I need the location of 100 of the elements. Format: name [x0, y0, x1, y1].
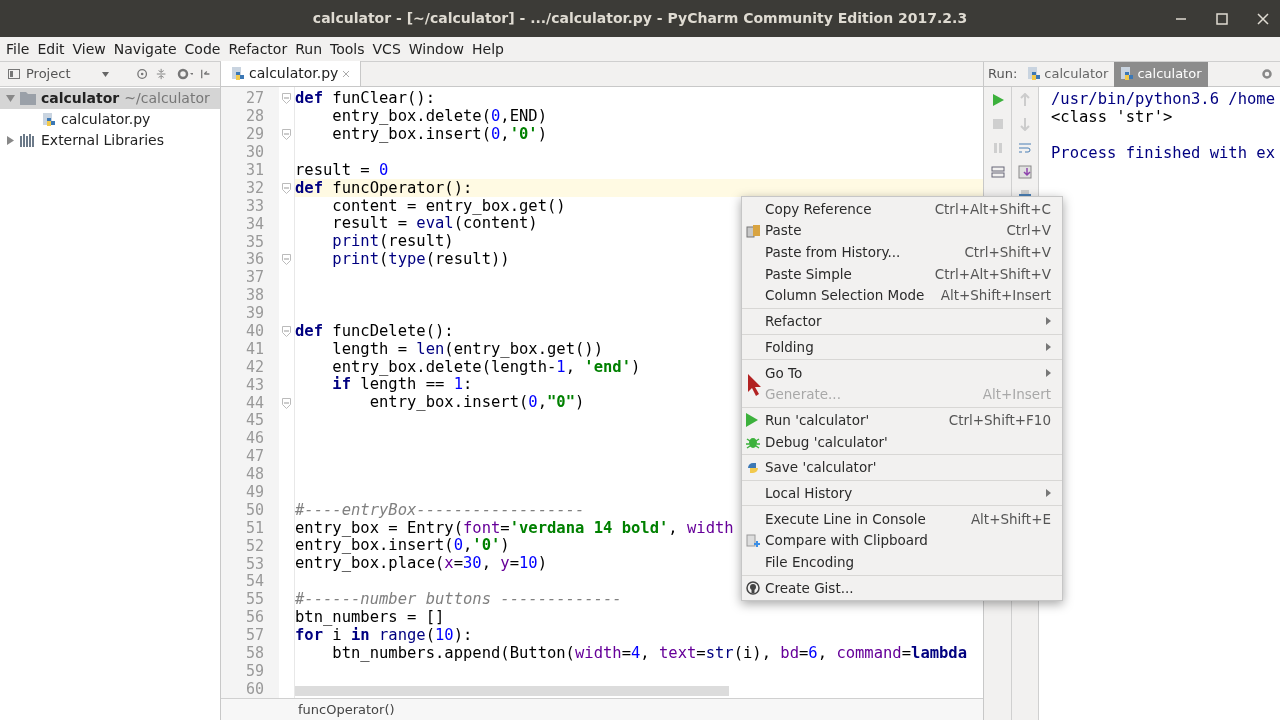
- menu-item[interactable]: Paste Ctrl+V: [742, 219, 1062, 242]
- line-number: 50: [245, 502, 264, 518]
- submenu-arrow-icon: [1046, 342, 1051, 351]
- line-number: 54: [245, 574, 264, 590]
- console-line: <class 'str'>: [1051, 108, 1173, 126]
- breadcrumb[interactable]: funcOperator(): [298, 699, 395, 720]
- dropdown-caret-icon[interactable]: [102, 71, 109, 77]
- menu-bar-item[interactable]: File: [2, 38, 34, 60]
- menu-bar-item[interactable]: VCS: [368, 38, 405, 60]
- line-number: 27: [245, 91, 264, 107]
- target-icon[interactable]: [137, 67, 149, 81]
- settings-icon[interactable]: [175, 67, 193, 81]
- line-number: 37: [245, 270, 264, 286]
- menu-bar-item[interactable]: Navigate: [109, 38, 181, 60]
- run-label: Run:: [987, 65, 1019, 84]
- line-number: 47: [245, 449, 264, 465]
- wrap-icon[interactable]: [1018, 141, 1032, 155]
- code-line: def funClear():: [295, 91, 435, 107]
- tree-path: ~/calculator: [124, 89, 210, 108]
- line-number: 39: [245, 306, 264, 322]
- python-file-icon: [42, 112, 56, 127]
- code-line: entry_box.insert(0,'0'): [295, 538, 510, 554]
- fold-marker-icon[interactable]: [282, 129, 291, 141]
- code-line: entry_box.insert(0,'0'): [331, 126, 547, 143]
- line-number: 42: [245, 359, 264, 375]
- line-number: 35: [245, 234, 264, 250]
- line-number: 49: [245, 485, 264, 501]
- menu-bar-item[interactable]: Run: [291, 38, 327, 60]
- editor-tab[interactable]: calculator.py: [221, 61, 362, 86]
- line-number: 56: [245, 610, 264, 626]
- project-view-dropdown[interactable]: Project: [26, 64, 96, 84]
- menu-item[interactable]: Local History: [742, 482, 1062, 504]
- run-tab[interactable]: calculator: [1021, 61, 1115, 87]
- layout-icon[interactable]: [990, 165, 1005, 179]
- close-icon[interactable]: [1256, 12, 1270, 26]
- scroll-to-end-icon[interactable]: [1018, 165, 1032, 179]
- up-arrow-icon[interactable]: [1018, 93, 1032, 107]
- menu-item[interactable]: Refactor: [742, 310, 1062, 333]
- line-number: 46: [245, 431, 264, 447]
- line-number: 40: [245, 324, 264, 339]
- collapsed-arrow-icon[interactable]: [6, 136, 15, 145]
- line-number: 58: [245, 646, 264, 662]
- submenu-arrow-icon: [1046, 489, 1051, 498]
- tree-label: calculator: [41, 89, 120, 108]
- fold-marker-icon[interactable]: [282, 182, 291, 194]
- menu-item[interactable]: Compare with Clipboard: [742, 529, 1062, 552]
- menu-bar-item[interactable]: View: [68, 38, 110, 60]
- menu-item[interactable]: Paste Simple Ctrl+Alt+Shift+V: [742, 263, 1062, 285]
- expanded-arrow-icon[interactable]: [6, 94, 15, 103]
- fold-marker-icon[interactable]: [282, 93, 291, 105]
- menu-bar-item[interactable]: Edit: [33, 38, 69, 60]
- line-number: 32: [245, 180, 264, 196]
- console-line: Process finished with ex: [1051, 144, 1275, 162]
- line-number: 30: [245, 145, 264, 161]
- horizontal-scrollbar[interactable]: [295, 686, 729, 696]
- line-number: 33: [245, 198, 264, 214]
- maximize-icon[interactable]: [1215, 12, 1229, 26]
- menu-bar-item[interactable]: Window: [404, 38, 468, 60]
- fold-marker-icon[interactable]: [282, 326, 291, 337]
- line-number: 36: [245, 252, 264, 268]
- menu-bar-item[interactable]: Tools: [326, 38, 369, 60]
- code-line: print(type(result)): [331, 252, 510, 268]
- fold-marker-icon[interactable]: [282, 397, 291, 409]
- tree-item[interactable]: calculator ~/calculator: [0, 88, 220, 109]
- menu-item[interactable]: Run 'calculator' Ctrl+Shift+F10: [742, 409, 1062, 431]
- menu-item[interactable]: Debug 'calculator': [742, 430, 1062, 453]
- menu-item[interactable]: Copy Reference Ctrl+Alt+Shift+C: [742, 198, 1062, 220]
- tree-item[interactable]: calculator.py: [0, 109, 220, 130]
- menu-bar-item[interactable]: Code: [180, 38, 225, 60]
- code-line: btn_numbers = []: [295, 610, 445, 626]
- code-line: result = 0: [295, 162, 389, 179]
- code-line: entry_box.delete(0,END): [331, 109, 547, 125]
- tree-item[interactable]: External Libraries: [0, 130, 220, 151]
- menu-item[interactable]: Folding: [742, 336, 1062, 358]
- hide-panel-icon[interactable]: [200, 67, 212, 81]
- tree-label: calculator.py: [61, 110, 151, 129]
- line-number: 43: [245, 377, 264, 393]
- menu-item[interactable]: Column Selection Mode Alt+Shift+Insert: [742, 284, 1062, 307]
- line-number: 28: [245, 109, 264, 125]
- menu-item[interactable]: Create Gist...: [742, 577, 1062, 599]
- fold-marker-icon[interactable]: [282, 254, 291, 266]
- code-line: entry_box.place(x=30, y=10): [295, 556, 548, 572]
- down-arrow-icon[interactable]: [1018, 117, 1032, 131]
- line-number: 44: [245, 395, 264, 411]
- menu-item[interactable]: Save 'calculator': [742, 456, 1062, 479]
- collapse-icon[interactable]: [156, 67, 168, 81]
- menu-bar-item[interactable]: Help: [468, 38, 508, 60]
- run-icon[interactable]: [990, 93, 1005, 107]
- tree-label: External Libraries: [41, 131, 164, 150]
- stop-icon[interactable]: [990, 117, 1005, 131]
- menu-item[interactable]: Execute Line in Console Alt+Shift+E: [742, 507, 1062, 530]
- menu-item[interactable]: Go To: [742, 361, 1062, 384]
- menu-item[interactable]: File Encoding: [742, 551, 1062, 573]
- console-line: /usr/bin/python3.6 /home: [1051, 90, 1275, 108]
- menu-bar-item[interactable]: Refactor: [224, 38, 292, 60]
- line-number: 29: [245, 127, 264, 143]
- mouse-cursor-icon: [748, 374, 762, 396]
- line-number: 60: [245, 681, 264, 697]
- menu-item[interactable]: Paste from History... Ctrl+Shift+V: [742, 241, 1062, 264]
- code-line: def funcDelete():: [295, 323, 454, 340]
